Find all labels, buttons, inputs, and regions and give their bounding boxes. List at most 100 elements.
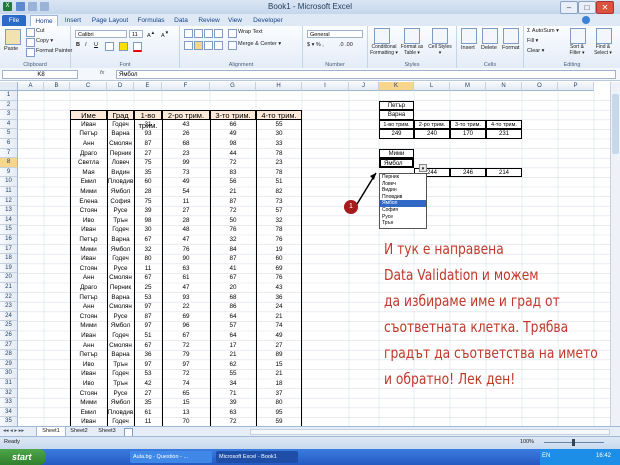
align-top-icon[interactable] [184, 29, 193, 38]
table-cell[interactable]: 47 [162, 283, 210, 293]
table-cell[interactable]: 72 [162, 369, 210, 379]
table-cell[interactable]: 78 [256, 168, 302, 178]
table-cell[interactable]: 30 [134, 225, 162, 235]
clear-button[interactable]: Clear ▾ [527, 48, 544, 54]
table-cell[interactable]: 26 [162, 129, 210, 139]
table-cell[interactable]: Русе [107, 389, 134, 399]
table-cell[interactable]: 90 [162, 254, 210, 264]
table-cell[interactable]: 20 [210, 283, 256, 293]
number-format-select[interactable]: General [307, 30, 363, 38]
table-cell[interactable]: Годеч [107, 120, 134, 130]
column-header-n[interactable]: N [486, 82, 522, 91]
table-cell[interactable]: Мая [70, 168, 107, 178]
table-cell[interactable]: Емил [70, 408, 107, 418]
table-cell[interactable]: 80 [256, 398, 302, 408]
decimal-buttons[interactable]: .0 .00 [339, 42, 353, 48]
table-cell[interactable]: 68 [210, 293, 256, 303]
table-cell[interactable]: 32 [210, 235, 256, 245]
table-cell[interactable]: 96 [162, 321, 210, 331]
table-cell[interactable]: 49 [210, 129, 256, 139]
sheet-tab-sheet3[interactable]: Sheet3 [94, 427, 120, 436]
table-cell[interactable]: 33 [256, 139, 302, 149]
table-cell[interactable]: 55 [210, 369, 256, 379]
table-cell[interactable]: 48 [162, 225, 210, 235]
table-cell[interactable]: Петър [70, 293, 107, 303]
table-cell[interactable]: Варна [107, 350, 134, 360]
table-cell[interactable]: 49 [256, 331, 302, 341]
table-cell[interactable]: 67 [134, 273, 162, 283]
lookup-quarter-value[interactable]: 231 [486, 129, 522, 139]
start-button[interactable]: start [0, 449, 46, 465]
table-cell[interactable]: 51 [134, 331, 162, 341]
table-cell[interactable]: 36 [134, 350, 162, 360]
table-cell[interactable]: Русе [107, 206, 134, 216]
row-header-24[interactable]: 24 [0, 311, 18, 322]
table-cell[interactable]: 76 [256, 235, 302, 245]
dropdown-option[interactable]: Перник [380, 174, 426, 181]
table-cell[interactable]: 61 [134, 408, 162, 418]
table-cell[interactable]: 39 [134, 206, 162, 216]
fx-button[interactable]: fx [100, 70, 104, 76]
table-cell[interactable]: Годеч [107, 331, 134, 341]
table-cell[interactable]: Пловдив [107, 408, 134, 418]
table-cell[interactable]: 67 [210, 273, 256, 283]
table-cell[interactable]: Драго [70, 149, 107, 159]
table-cell[interactable]: Смолян [107, 302, 134, 312]
table-cell[interactable]: 67 [134, 235, 162, 245]
row-header-4[interactable]: 4 [0, 119, 18, 130]
row-header-8[interactable]: 8 [0, 158, 18, 168]
table-cell[interactable]: Пловдив [107, 177, 134, 187]
table-cell[interactable]: 28 [134, 187, 162, 197]
table-cell[interactable]: 23 [162, 149, 210, 159]
dropdown-option[interactable]: Ловеч [380, 181, 426, 188]
row-header-6[interactable]: 6 [0, 139, 18, 149]
row-header-30[interactable]: 30 [0, 369, 18, 379]
table-cell[interactable]: 32 [134, 245, 162, 255]
table-cell[interactable]: Драго [70, 283, 107, 293]
table-cell[interactable]: 27 [256, 341, 302, 351]
table-cell[interactable]: 83 [210, 168, 256, 178]
table-cell[interactable]: 76 [162, 245, 210, 255]
column-header-f[interactable]: F [162, 82, 210, 91]
table-cell[interactable]: Петър [70, 129, 107, 139]
format-button[interactable]: Format [502, 45, 519, 51]
table-cell[interactable]: 69 [162, 312, 210, 322]
column-header-c[interactable]: C [70, 82, 107, 91]
table-cell[interactable]: Ямбол [107, 245, 134, 255]
table-cell[interactable]: 68 [162, 139, 210, 149]
table-cell[interactable]: Стоян [70, 312, 107, 322]
table-cell[interactable]: Анн [70, 302, 107, 312]
table-cell[interactable]: 27 [134, 149, 162, 159]
table-cell[interactable]: 89 [256, 350, 302, 360]
column-header-h[interactable]: H [256, 82, 302, 91]
align-left-icon[interactable] [184, 41, 193, 50]
table-cell[interactable]: 65 [162, 389, 210, 399]
row-header-9[interactable]: 9 [0, 167, 18, 178]
table-cell[interactable]: 86 [210, 302, 256, 312]
table-cell[interactable]: 11 [162, 197, 210, 207]
table-cell[interactable]: 76 [256, 273, 302, 283]
table-cell[interactable]: Анн [70, 273, 107, 283]
table-cell[interactable]: 95 [256, 408, 302, 418]
tab-formulas[interactable]: Formulas [134, 15, 168, 26]
row-header-27[interactable]: 27 [0, 340, 18, 351]
table-cell[interactable]: 61 [162, 273, 210, 283]
table-cell[interactable]: 87 [134, 312, 162, 322]
table-cell[interactable]: 93 [162, 293, 210, 303]
shrink-font-button[interactable]: A▼ [161, 30, 169, 39]
table-cell[interactable]: 72 [210, 206, 256, 216]
table-cell[interactable]: 27 [134, 389, 162, 399]
tab-view[interactable]: View [224, 15, 246, 26]
table-cell[interactable]: 36 [256, 293, 302, 303]
font-name-select[interactable]: Calibri [75, 30, 127, 38]
font-size-select[interactable]: 11 [129, 30, 143, 38]
tab-page-layout[interactable]: Page Layout [88, 15, 132, 26]
table-cell[interactable]: 54 [162, 187, 210, 197]
row-header-22[interactable]: 22 [0, 292, 18, 303]
table-cell[interactable]: Варна [107, 129, 134, 139]
row-header-2[interactable]: 2 [0, 100, 18, 111]
table-cell[interactable]: 56 [210, 177, 256, 187]
lookup2-city-cell-selected[interactable]: Ямбол [379, 158, 414, 168]
validation-dropdown[interactable]: Перник Ловеч Видин Пловдив Ямбол София Русе Тръ… [379, 173, 427, 229]
grow-font-button[interactable]: A▲ [147, 30, 155, 39]
